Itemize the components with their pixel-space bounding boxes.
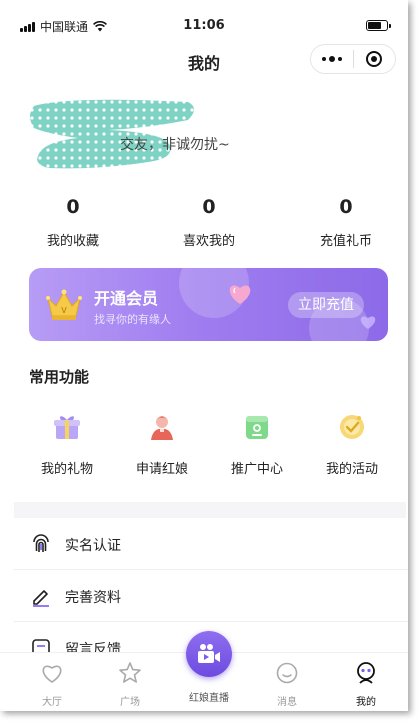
edit-icon	[33, 590, 49, 607]
menu-label: 实名认证	[65, 538, 121, 554]
menu-item-real-name-auth[interactable]: 实名认证	[14, 518, 408, 570]
stat-value: 0	[339, 196, 353, 218]
screen: 中国联通 11:06 我的 交友，非诚勿扰~ 0 我的收藏 0 喜欢我的 0 充…	[0, 0, 408, 711]
promotion-icon	[246, 416, 268, 439]
func-my-activities[interactable]: 我的活动	[307, 412, 397, 477]
stat-value: 0	[202, 196, 216, 218]
gift-icon	[54, 416, 80, 439]
status-time: 11:06	[183, 18, 225, 33]
person-icon	[151, 416, 173, 440]
func-label: 申请红娘	[135, 462, 188, 477]
tab-label: 广场	[120, 697, 140, 708]
status-bar: 中国联通 11:06	[0, 14, 408, 34]
func-my-gifts[interactable]: 我的礼物	[22, 412, 112, 477]
video-camera-icon	[198, 644, 220, 663]
tab-messages[interactable]: 消息	[257, 661, 317, 708]
heart-icon	[42, 665, 62, 683]
stat-value: 0	[66, 196, 80, 218]
user-icon	[357, 662, 375, 684]
more-icon[interactable]	[311, 56, 353, 62]
fingerprint-icon	[33, 534, 49, 552]
tab-mine[interactable]: 我的	[336, 661, 396, 708]
svg-text:V: V	[61, 306, 67, 315]
section-title-functions: 常用功能	[29, 368, 90, 386]
func-promotion-center[interactable]: 推广中心	[212, 412, 302, 477]
crown-icon: V	[46, 289, 82, 320]
chat-icon	[276, 662, 298, 684]
heart-decor-icon	[229, 285, 251, 304]
func-label: 推广中心	[230, 462, 283, 477]
stat-label: 我的收藏	[46, 234, 99, 249]
battery-icon	[366, 20, 391, 31]
stat-recharge-coins[interactable]: 0 充值礼币	[286, 196, 406, 249]
tab-matchmaker-live[interactable]	[186, 631, 232, 677]
tab-label: 消息	[277, 697, 297, 708]
profile-bio: 交友，非诚勿扰~	[120, 137, 230, 153]
tab-label-live: 红娘直播	[189, 693, 229, 704]
func-apply-matchmaker[interactable]: 申请红娘	[117, 412, 207, 477]
nav-bar: 我的	[0, 42, 408, 78]
stat-liked-me[interactable]: 0 喜欢我的	[149, 196, 269, 249]
stat-label: 喜欢我的	[182, 234, 235, 249]
func-label: 我的礼物	[40, 462, 93, 477]
star-icon	[119, 662, 141, 683]
recharge-button[interactable]: 立即充值	[288, 292, 364, 318]
vip-banner[interactable]: V 开通会员 找寻你的有缘人 立即充值	[29, 268, 388, 341]
tab-label: 大厅	[42, 697, 62, 708]
stat-favorites[interactable]: 0 我的收藏	[13, 196, 133, 249]
menu-label: 完善资料	[65, 590, 121, 606]
tab-hall[interactable]: 大厅	[22, 661, 82, 708]
tab-label: 我的	[356, 697, 376, 708]
tab-bar: 大厅 广场 红娘直播 消息 我的	[0, 631, 408, 711]
stats-row: 0 我的收藏 0 喜欢我的 0 充值礼币	[0, 196, 408, 256]
mini-program-capsule	[310, 44, 396, 74]
vip-subtitle: 找寻你的有缘人	[94, 313, 171, 326]
tab-square[interactable]: 广场	[100, 661, 160, 708]
section-divider	[14, 502, 406, 518]
func-label: 我的活动	[325, 462, 378, 477]
vip-title: 开通会员	[94, 289, 159, 308]
menu-item-complete-profile[interactable]: 完善资料	[14, 570, 408, 622]
close-mini-program-icon[interactable]	[354, 51, 395, 67]
heart-decor-icon	[360, 316, 376, 329]
activity-badge-icon	[340, 415, 364, 439]
stat-label: 充值礼币	[319, 234, 372, 249]
